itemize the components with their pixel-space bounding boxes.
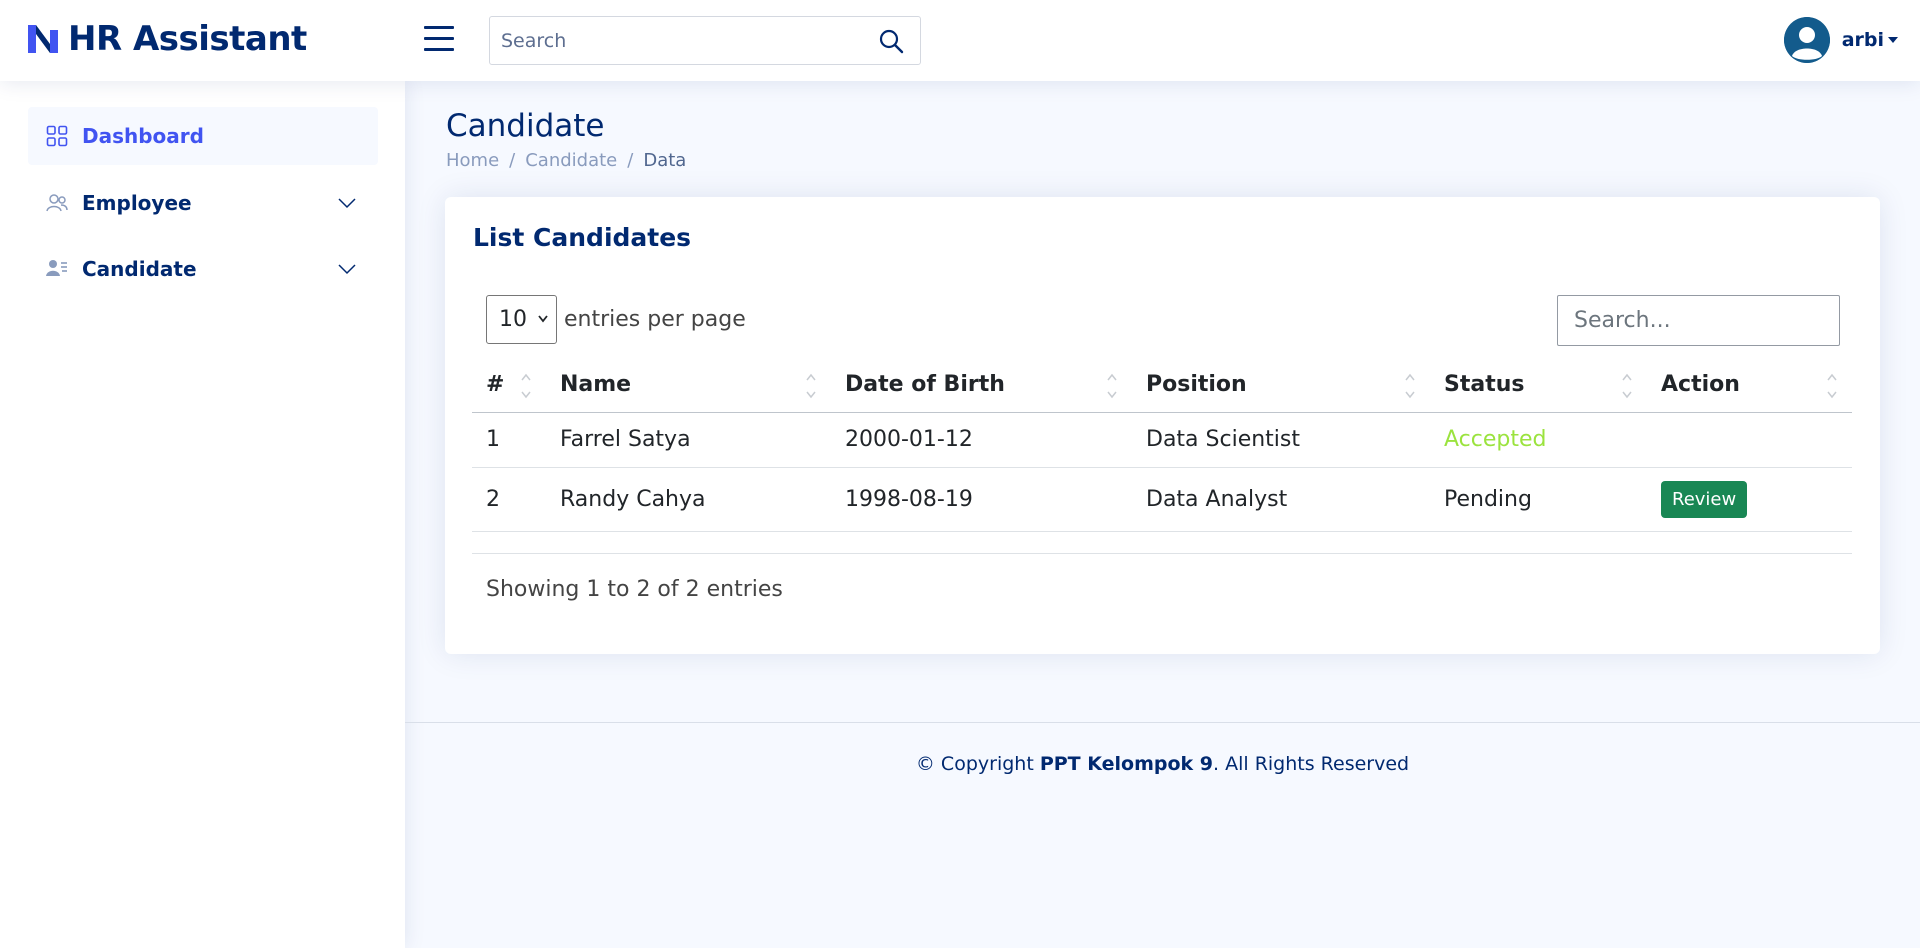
avatar xyxy=(1783,17,1830,63)
cell-number: 2 xyxy=(472,467,546,532)
profile-name: arbi xyxy=(1841,29,1884,51)
cell-position: Data Analyst xyxy=(1132,467,1430,532)
cell-dob: 2000-01-12 xyxy=(831,412,1132,468)
column-header-label: Position xyxy=(1146,371,1247,397)
chevron-down-icon xyxy=(538,315,548,323)
breadcrumb-candidate[interactable]: Candidate xyxy=(525,150,617,171)
header: HR Assistant arbi xyxy=(0,0,1920,81)
table-bottom-divider xyxy=(472,553,1852,554)
toggle-sidebar-button[interactable] xyxy=(424,26,454,52)
user-icon xyxy=(1783,17,1830,63)
sort-icon xyxy=(1827,373,1837,399)
footer: © Copyright PPT Kelompok 9. All Rights R… xyxy=(405,722,1920,775)
cell-position: Data Scientist xyxy=(1132,412,1430,468)
chevron-down-icon xyxy=(338,198,356,209)
entries-per-page-label: entries per page xyxy=(564,307,746,332)
sort-icon xyxy=(1622,373,1632,399)
footer-prefix: © Copyright xyxy=(915,753,1040,775)
header-search-input[interactable] xyxy=(490,29,860,52)
app-name: HR Assistant xyxy=(68,19,307,59)
breadcrumb-separator: / xyxy=(509,150,516,171)
column-header-dob[interactable]: Date of Birth xyxy=(831,357,1132,413)
status-badge: Accepted xyxy=(1430,412,1647,468)
cell-action: Review xyxy=(1647,467,1852,532)
breadcrumb-current: Data xyxy=(643,150,687,171)
entries-per-page-value: 10 xyxy=(499,307,527,332)
people-icon xyxy=(46,194,68,212)
sort-icon xyxy=(1405,373,1415,399)
table-search-input[interactable] xyxy=(1557,295,1840,346)
table-header-row: # Name Date of Birth Position Status Act… xyxy=(472,357,1852,413)
review-button[interactable]: Review xyxy=(1661,480,1748,518)
search-icon[interactable] xyxy=(878,28,904,54)
column-header-label: # xyxy=(486,371,505,397)
sidebar-item-employee[interactable]: Employee xyxy=(28,174,378,232)
breadcrumb-separator: / xyxy=(627,150,634,171)
column-header-label: Name xyxy=(560,371,632,397)
hamburger-icon-line xyxy=(424,37,454,40)
column-header-name[interactable]: Name xyxy=(546,357,831,413)
candidates-card: List Candidates 10 entries per page # Na… xyxy=(445,197,1880,654)
cell-name: Farrel Satya xyxy=(546,412,831,468)
sort-icon xyxy=(806,373,816,399)
column-header-action[interactable]: Action xyxy=(1647,357,1852,413)
footer-suffix: . All Rights Reserved xyxy=(1213,753,1410,775)
cell-action xyxy=(1647,412,1852,468)
logo-icon xyxy=(28,25,58,53)
candidates-table: # Name Date of Birth Position Status Act… xyxy=(472,357,1852,532)
sort-icon xyxy=(1107,373,1117,399)
sidebar-item-label: Candidate xyxy=(82,257,197,281)
hamburger-icon-line xyxy=(424,48,454,51)
breadcrumb: Home / Candidate / Data xyxy=(446,150,686,171)
footer-owner: PPT Kelompok 9 xyxy=(1039,753,1214,775)
chevron-down-icon xyxy=(338,264,356,275)
sidebar-item-candidate[interactable]: Candidate xyxy=(28,240,378,298)
cell-number: 1 xyxy=(472,412,546,468)
header-search-form xyxy=(489,16,921,65)
column-header-number[interactable]: # xyxy=(472,357,546,413)
entries-per-page-select[interactable]: 10 xyxy=(486,295,557,344)
person-lines-icon xyxy=(46,260,67,276)
column-header-status[interactable]: Status xyxy=(1430,357,1647,413)
status-badge: Pending xyxy=(1430,467,1647,532)
card-title: List Candidates xyxy=(473,223,692,252)
cell-name: Randy Cahya xyxy=(546,467,831,532)
breadcrumb-home[interactable]: Home xyxy=(446,150,499,171)
sidebar-item-label: Employee xyxy=(82,191,192,215)
profile-dropdown[interactable]: arbi xyxy=(1783,17,1898,63)
logo[interactable]: HR Assistant xyxy=(26,22,307,56)
sidebar: Dashboard Employee Candidate xyxy=(0,81,405,948)
grid-icon xyxy=(46,125,68,147)
sort-icon xyxy=(521,373,531,399)
cell-dob: 1998-08-19 xyxy=(831,467,1132,532)
footer-copyright: © Copyright PPT Kelompok 9. All Rights R… xyxy=(405,753,1920,775)
table-row: 2 Randy Cahya 1998-08-19 Data Analyst Pe… xyxy=(472,467,1852,532)
entries-per-page: 10 entries per page xyxy=(486,295,746,344)
column-header-position[interactable]: Position xyxy=(1132,357,1430,413)
hamburger-icon xyxy=(424,26,454,29)
sidebar-item-label: Dashboard xyxy=(82,124,204,148)
page-title: Candidate xyxy=(446,108,605,144)
table-info: Showing 1 to 2 of 2 entries xyxy=(486,577,783,602)
column-header-label: Status xyxy=(1444,371,1525,397)
sidebar-item-dashboard[interactable]: Dashboard xyxy=(28,107,378,165)
table-row: 1 Farrel Satya 2000-01-12 Data Scientist… xyxy=(472,412,1852,468)
column-header-label: Action xyxy=(1661,371,1740,397)
caret-down-icon xyxy=(1888,37,1898,43)
column-header-label: Date of Birth xyxy=(845,371,1005,397)
